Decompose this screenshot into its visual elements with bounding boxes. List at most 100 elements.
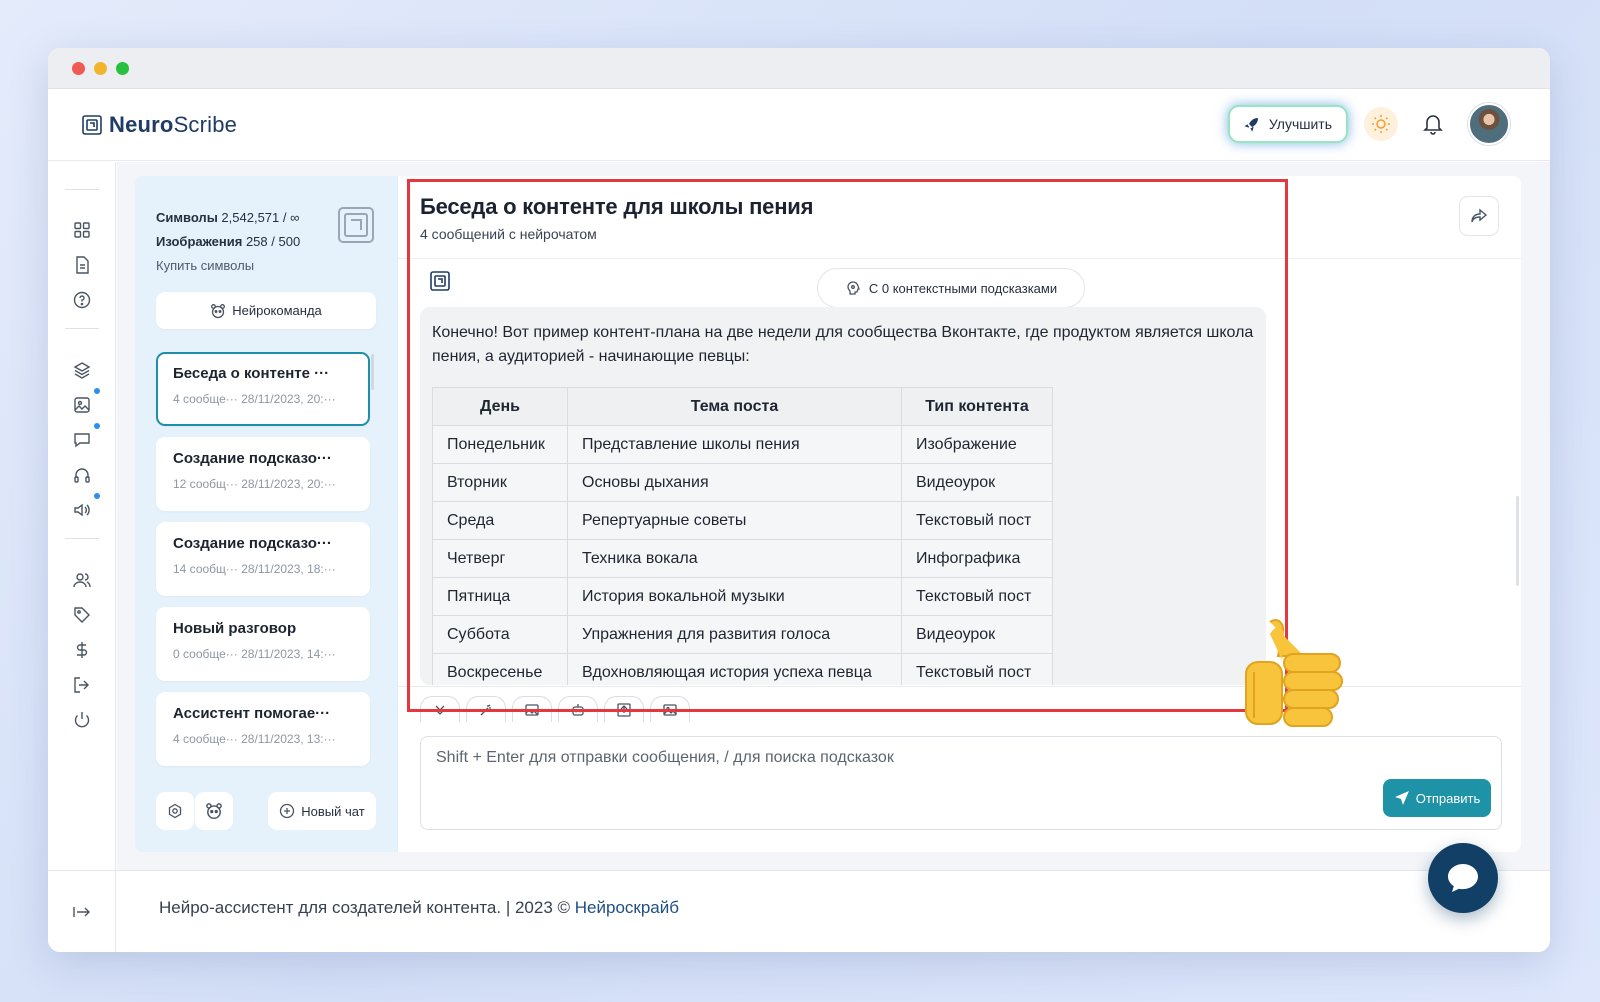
settings-button[interactable] xyxy=(156,792,194,830)
table-cell: Техника вокала xyxy=(567,539,902,578)
sun-icon xyxy=(1372,115,1390,133)
export-button[interactable] xyxy=(604,696,644,722)
chat-list-item[interactable]: Новый разговор 0 сообще··· 28/11/2023, 1… xyxy=(156,607,370,681)
sidebar-scrollbar[interactable] xyxy=(371,354,374,390)
table-cell: Репертуарные советы xyxy=(567,501,902,540)
table-cell: Текстовый пост xyxy=(901,653,1053,685)
assistant-message: Конечно! Вот пример контент-плана на две… xyxy=(420,307,1266,685)
chat-icon[interactable] xyxy=(72,430,92,450)
table-cell: Суббота xyxy=(432,615,568,654)
chat-list-item[interactable]: Создание подсказо··· 14 сообщ··· 28/11/2… xyxy=(156,522,370,596)
close-window-button[interactable] xyxy=(72,61,85,75)
table-cell: Вдохновляющая история успеха певца xyxy=(567,653,902,685)
users-icon[interactable] xyxy=(72,570,92,590)
symbols-label: Символы xyxy=(156,210,218,225)
table-cell: Воскресенье xyxy=(432,653,568,685)
chat-list-item[interactable]: Создание подсказо··· 12 сообщ··· 28/11/2… xyxy=(156,437,370,511)
brand-mark-icon xyxy=(337,206,375,249)
chat-item-title: Создание подсказо··· xyxy=(173,450,332,467)
app-logo[interactable]: NeuroScribe xyxy=(81,112,237,138)
chat-list-item[interactable]: Беседа о контенте ··· 4 сообще··· 28/11/… xyxy=(156,352,370,426)
chat-item-title: Создание подсказо··· xyxy=(173,535,332,552)
chat-list-item[interactable]: Ассистент помогае··· 4 сообще··· 28/11/2… xyxy=(156,692,370,766)
table-cell: Основы дыхания xyxy=(567,463,902,502)
bot-tool-button[interactable] xyxy=(558,696,598,722)
image-badge xyxy=(94,388,100,394)
speaker-icon[interactable] xyxy=(72,500,92,520)
avatar[interactable] xyxy=(1468,103,1510,145)
theme-toggle[interactable] xyxy=(1364,107,1398,141)
support-chat-button[interactable] xyxy=(1428,843,1498,913)
upgrade-button[interactable]: Улучшить xyxy=(1229,107,1346,141)
gear-icon xyxy=(168,803,182,819)
context-hints-pill[interactable]: С 0 контекстными подсказками xyxy=(817,268,1085,308)
table-cell: Четверг xyxy=(432,539,568,578)
table-row: Воскресенье Вдохновляющая история успеха… xyxy=(432,653,1053,685)
tag-icon[interactable] xyxy=(72,605,92,625)
magic-wand-icon xyxy=(480,704,491,715)
chat-scrollbar[interactable] xyxy=(1516,496,1519,586)
rail-divider xyxy=(65,328,99,329)
chat-item-title: Беседа о контенте ··· xyxy=(173,365,330,382)
bell-icon xyxy=(1423,115,1443,135)
thumbs-up-icon xyxy=(1240,612,1350,730)
images-label: Изображения xyxy=(156,234,243,249)
table-row: Вторник Основы дыхания Видеоурок xyxy=(432,463,1053,502)
buy-symbols-link[interactable]: Купить символы xyxy=(156,254,300,278)
table-cell: Видеоурок xyxy=(901,615,1053,654)
window-titlebar xyxy=(48,48,1550,89)
symbols-value: 2,542,571 / ∞ xyxy=(221,210,300,225)
dashboard-icon[interactable] xyxy=(72,220,92,240)
rocket-icon xyxy=(1244,118,1258,132)
bot-button[interactable] xyxy=(195,792,233,830)
power-icon[interactable] xyxy=(72,710,92,730)
speaker-badge xyxy=(94,493,100,499)
table-row: Пятница История вокальной музыки Текстов… xyxy=(432,577,1053,616)
headphones-icon[interactable] xyxy=(72,465,92,485)
neuro-team-button[interactable]: Нейрокоманда xyxy=(156,292,376,329)
usage-stats: Символы 2,542,571 / ∞ Изображения 258 / … xyxy=(156,206,300,278)
app-footer: Нейро-ассистент для создателей контента.… xyxy=(48,870,1550,952)
chat-header: Беседа о контенте для школы пения 4 сооб… xyxy=(420,194,813,242)
magic-button[interactable] xyxy=(466,696,506,722)
chat-panel: Беседа о контенте для школы пения 4 сооб… xyxy=(397,176,1521,852)
minimize-window-button[interactable] xyxy=(94,61,107,75)
document-icon[interactable] xyxy=(72,255,92,275)
left-rail xyxy=(48,162,116,952)
footer-brand-link[interactable]: Нейроскрайб xyxy=(575,898,679,917)
dollar-icon[interactable] xyxy=(72,640,92,660)
chevrons-down-icon xyxy=(435,705,445,715)
chat-item-title: Новый разговор xyxy=(173,620,297,637)
send-label: Отправить xyxy=(1415,790,1481,806)
logo-icon xyxy=(82,114,102,135)
new-chat-button[interactable]: Новый чат xyxy=(268,792,376,830)
logout-icon[interactable] xyxy=(72,675,92,695)
help-icon[interactable] xyxy=(72,290,92,310)
gallery-button[interactable] xyxy=(650,696,690,722)
maximize-window-button[interactable] xyxy=(116,61,129,75)
table-row: Понедельник Представление школы пения Из… xyxy=(432,425,1053,464)
upgrade-label: Улучшить xyxy=(1268,116,1332,132)
new-chat-label: Новый чат xyxy=(301,803,365,819)
notifications-button[interactable] xyxy=(1416,107,1450,141)
message-input[interactable] xyxy=(436,749,1336,767)
table-cell: Изображение xyxy=(901,425,1053,464)
images-stat: Изображения 258 / 500 xyxy=(156,230,300,254)
context-hints-label: С 0 контекстными подсказками xyxy=(868,280,1058,296)
chat-item-meta: 4 сообще··· 28/11/2023, 13:··· xyxy=(173,732,336,746)
collapse-rail-button[interactable] xyxy=(48,871,116,952)
table-cell: Вторник xyxy=(432,463,568,502)
table-row: Четверг Техника вокала Инфографика xyxy=(432,539,1053,578)
table-cell: Текстовый пост xyxy=(901,501,1053,540)
send-button[interactable]: Отправить xyxy=(1383,779,1491,817)
assistant-logo-icon xyxy=(429,270,451,297)
layers-icon[interactable] xyxy=(72,360,92,380)
chat-item-meta: 4 сообще··· 28/11/2023, 20:··· xyxy=(173,392,336,406)
logo-text-light: Scribe xyxy=(173,111,238,137)
image-generate-button[interactable] xyxy=(512,696,552,722)
chat-title: Беседа о контенте для школы пения xyxy=(420,194,814,219)
app-window: NeuroScribe Улучшить Символы 2,542,571 /… xyxy=(48,48,1550,952)
collapse-button[interactable] xyxy=(420,696,460,722)
image-icon[interactable] xyxy=(72,395,92,415)
share-button[interactable] xyxy=(1459,196,1499,236)
